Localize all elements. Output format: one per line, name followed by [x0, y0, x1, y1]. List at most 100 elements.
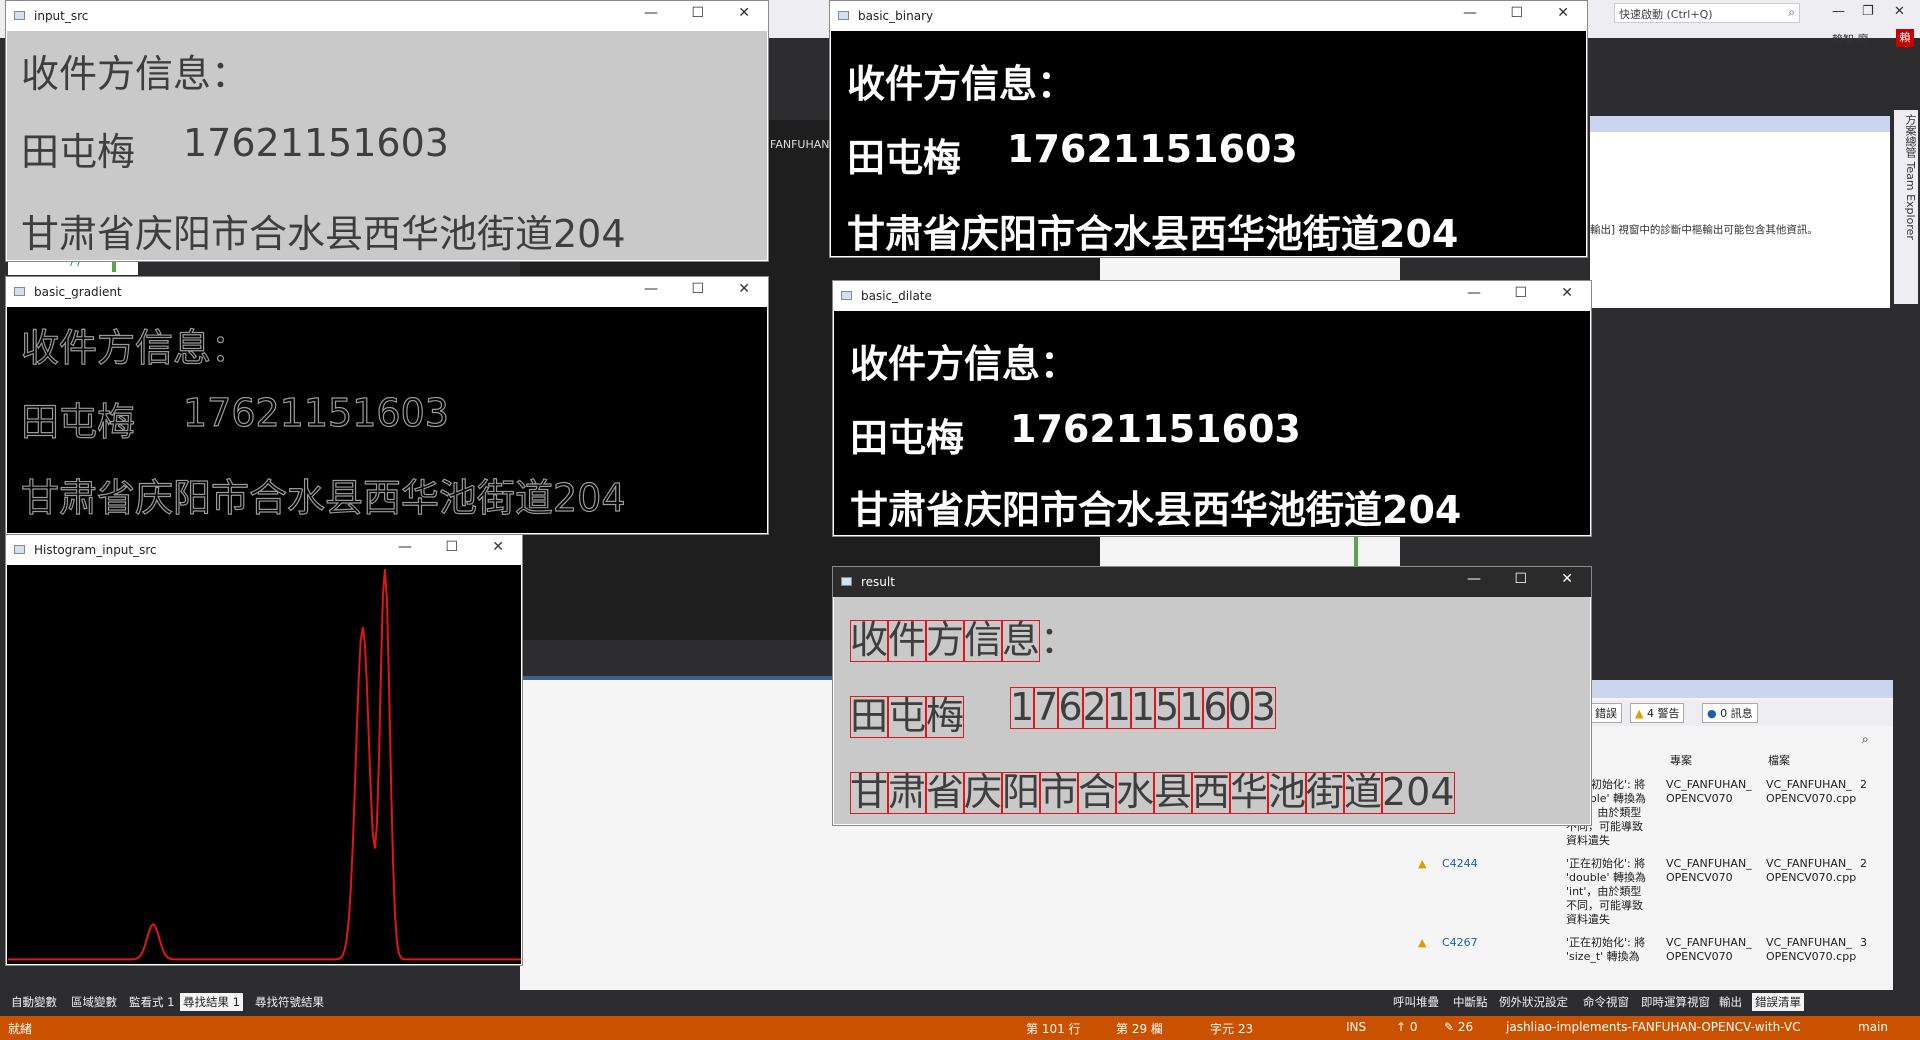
minimize-icon[interactable]: — [1467, 571, 1481, 587]
side-tab-solution-explorer[interactable]: 方案總管 Team Explorer [1894, 110, 1918, 304]
maximize-icon[interactable]: ☐ [1510, 5, 1523, 21]
column-project[interactable]: 專案 [1670, 754, 1692, 768]
window-icon [14, 287, 25, 296]
minimize-icon[interactable]: — [398, 539, 412, 555]
status-col[interactable]: 第 29 欄 [1116, 1020, 1163, 1037]
error-code[interactable]: C4244 [1442, 857, 1478, 871]
window-titlebar[interactable]: result — ☐ ✕ [833, 567, 1591, 597]
messages-filter-button[interactable]: ● 0 訊息 [1702, 703, 1758, 723]
ocr-line-3: 甘肃省庆阳市合水县西华池街道204 [847, 212, 1459, 256]
minimize-icon[interactable]: — [1832, 4, 1845, 19]
tab-error-list[interactable]: 錯誤清單 [1752, 993, 1804, 1011]
tab-command[interactable]: 命令視窗 [1580, 993, 1632, 1011]
window-input-src[interactable]: input_src — ☐ ✕ 收件方信息： 田屯梅 17621151603 甘… [5, 0, 769, 262]
close-icon[interactable]: ✕ [738, 5, 750, 21]
glyph-box [926, 620, 965, 662]
tab-autos[interactable]: 自動變數 [8, 993, 60, 1011]
glyph-box [926, 772, 965, 814]
tab-watch[interactable]: 監看式 1 [126, 993, 177, 1011]
error-row[interactable]: ▲ C4267 '正在初始化': 將 'size_t' 轉換為 VC_FANFU… [1388, 936, 1878, 976]
status-edits[interactable]: ✎ 26 [1444, 1020, 1473, 1034]
window-titlebar[interactable]: basic_gradient — ☐ ✕ [6, 277, 768, 307]
window-icon [841, 577, 852, 586]
tab-call-stack[interactable]: 呼叫堆疊 [1390, 993, 1442, 1011]
glyph-box [1227, 687, 1252, 729]
warnings-filter-button[interactable]: ▲ 4 警告 [1630, 703, 1685, 723]
user-name[interactable]: 賴智 廖 [1832, 31, 1869, 47]
glyph-box [1034, 687, 1059, 729]
status-branch[interactable]: main [1858, 1020, 1888, 1034]
glyph-box [1082, 687, 1107, 729]
ocr-line-2-phone: 17621151603 [182, 390, 449, 435]
window-title: result [861, 575, 895, 589]
window-icon [841, 291, 852, 300]
glyph-box [926, 696, 965, 738]
close-icon[interactable]: ✕ [1557, 5, 1569, 21]
close-icon[interactable]: ✕ [1561, 285, 1573, 301]
quick-launch-input[interactable]: 快速啟動 (Ctrl+Q) ⌕ [1614, 3, 1800, 23]
error-row[interactable]: ▲ C4244 '正在初始化': 將 'double' 轉換為 'int'，由於… [1388, 857, 1878, 932]
output-pane [1590, 116, 1890, 308]
status-line[interactable]: 第 101 行 [1026, 1020, 1081, 1037]
tab-locals[interactable]: 區域變數 [68, 993, 120, 1011]
glyph-box [850, 620, 889, 662]
window-titlebar[interactable]: input_src — ☐ ✕ [6, 1, 768, 31]
glyph-box [1251, 687, 1276, 729]
tab-breakpoints[interactable]: 中斷點 [1450, 993, 1491, 1011]
status-char[interactable]: 字元 23 [1210, 1020, 1253, 1037]
avatar[interactable]: 賴 [1896, 29, 1914, 47]
error-code[interactable]: C4267 [1442, 936, 1478, 950]
ocr-line-2-name: 田屯梅 [847, 136, 962, 180]
window-basic-binary[interactable]: basic_binary — ☐ ✕ 收件方信息： 田屯梅 1762115160… [829, 0, 1588, 258]
search-icon[interactable]: ⌕ [1788, 5, 1795, 20]
status-ins[interactable]: INS [1346, 1020, 1366, 1034]
glyph-box [1116, 772, 1155, 814]
editor-tab[interactable]: FANFUHAN_ [770, 138, 835, 151]
window-basic-gradient[interactable]: basic_gradient — ☐ ✕ 收件方信息： 田屯梅 17621151… [5, 276, 769, 535]
window-basic-dilate[interactable]: basic_dilate — ☐ ✕ 收件方信息： 田屯梅 1762115160… [832, 280, 1592, 537]
search-icon[interactable]: ⌕ [1862, 732, 1869, 747]
glyph-box [1230, 772, 1269, 814]
error-project: VC_FANFUHAN_ OPENCV070 [1666, 857, 1752, 884]
window-histogram[interactable]: Histogram_input_src — ☐ ✕ [5, 534, 523, 966]
close-icon[interactable]: ✕ [492, 539, 504, 555]
image-basic-gradient: 收件方信息： 田屯梅 17621151603 甘肃省庆阳市合水县西华池街道204 [7, 307, 767, 533]
restore-icon[interactable]: ❐ [1862, 4, 1874, 19]
status-bar: 就緒 第 101 行 第 29 欄 字元 23 INS ↑ 0 ✎ 26 jas… [0, 1016, 1920, 1040]
status-repo[interactable]: jashliao-implements-FANFUHAN-OPENCV-with… [1506, 1020, 1800, 1034]
window-titlebar[interactable]: Histogram_input_src — ☐ ✕ [6, 535, 522, 565]
tab-find-results[interactable]: 尋找結果 1 [180, 993, 243, 1011]
glyph-box [1002, 620, 1041, 662]
window-icon [14, 545, 25, 554]
close-icon[interactable]: ✕ [738, 281, 750, 297]
output-pane-header [1590, 116, 1890, 132]
tab-find-symbol[interactable]: 尋找符號結果 [252, 993, 327, 1011]
window-titlebar[interactable]: basic_binary — ☐ ✕ [830, 1, 1587, 31]
glyph-box [1130, 687, 1156, 729]
maximize-icon[interactable]: ☐ [691, 281, 704, 297]
tab-immediate[interactable]: 即時運算視窗 [1638, 993, 1713, 1011]
ocr-line-1: 收件方信息： [20, 325, 250, 370]
column-file[interactable]: 檔案 [1768, 754, 1790, 768]
tab-exceptions[interactable]: 例外狀況設定 [1496, 993, 1571, 1011]
tab-output[interactable]: 輸出 [1716, 993, 1745, 1011]
glyph-box [888, 620, 927, 662]
errors-filter-button[interactable]: 錯誤 [1590, 703, 1622, 723]
close-icon[interactable]: ✕ [1894, 4, 1905, 19]
error-file: VC_FANFUHAN_ OPENCV070.cpp [1766, 936, 1857, 963]
minimize-icon[interactable]: — [644, 5, 658, 21]
maximize-icon[interactable]: ☐ [445, 539, 458, 555]
maximize-icon[interactable]: ☐ [1514, 571, 1527, 587]
maximize-icon[interactable]: ☐ [691, 5, 704, 21]
window-titlebar[interactable]: basic_dilate — ☐ ✕ [833, 281, 1591, 311]
minimize-icon[interactable]: — [644, 281, 658, 297]
side-tab-team-explorer[interactable]: Team Explorer [1904, 162, 1917, 240]
minimize-icon[interactable]: — [1463, 5, 1477, 21]
status-push[interactable]: ↑ 0 [1396, 1020, 1418, 1034]
ocr-line-2-name: 田屯梅 [21, 130, 136, 174]
window-result[interactable]: result — ☐ ✕ 收件方信息： 田屯梅 17621151603 甘肃省庆… [832, 566, 1592, 826]
close-icon[interactable]: ✕ [1561, 571, 1573, 587]
glyph-box [1058, 687, 1083, 729]
maximize-icon[interactable]: ☐ [1514, 285, 1527, 301]
minimize-icon[interactable]: — [1467, 285, 1481, 301]
